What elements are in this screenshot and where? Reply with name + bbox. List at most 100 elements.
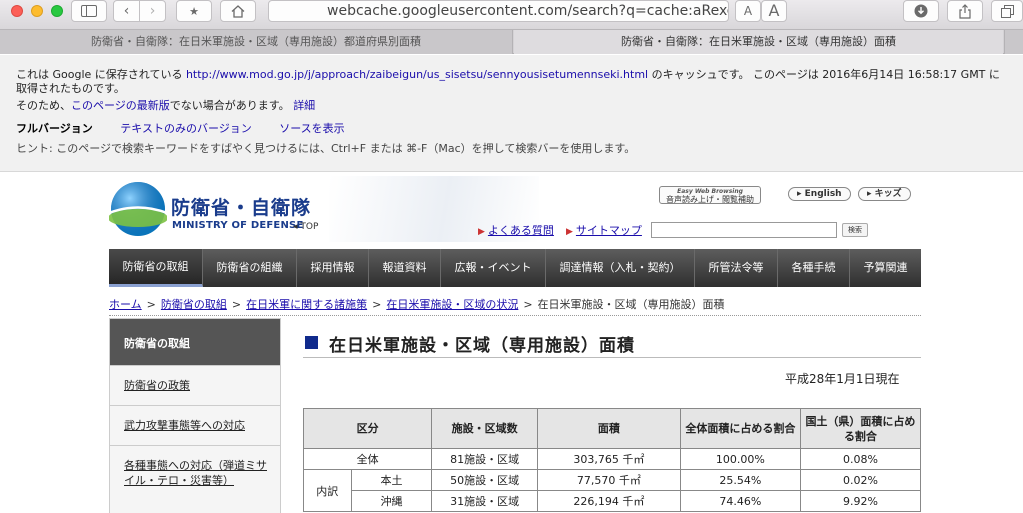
sidebar-item-armed-attack[interactable]: 武力攻撃事態等への対応 [110, 405, 280, 445]
tab-overview-button[interactable] [991, 0, 1023, 22]
latest-version-link[interactable]: このページの最新版 [71, 99, 170, 112]
tab-facility-area[interactable]: 防衛省・自衛隊：在日米軍施設・区域（専用施設）面積 [514, 30, 1003, 54]
chevron-left-icon: ‹ [123, 3, 130, 19]
table-header-row: 区分 施設・区域数 面積 全体面積に占める割合 国土（県）面積に占める割合 [302, 408, 922, 449]
cell-area: 226,194 千㎡ [536, 490, 681, 512]
sidebar-toggle-button[interactable] [71, 0, 107, 22]
breadcrumb-usfj-facilities[interactable]: 在日米軍施設・区域の状況 [386, 298, 518, 311]
nav-item-organization[interactable]: 防衛省の組織 [203, 249, 297, 287]
top-link[interactable]: ◂ TOP [293, 222, 318, 232]
nav-item-budget[interactable]: 予算関連 [850, 249, 921, 287]
table-row: 全体 81施設・区域 303,765 千㎡ 100.00% 0.08% [302, 448, 922, 470]
nav-item-press[interactable]: 報道資料 [369, 249, 441, 287]
breadcrumb-initiatives[interactable]: 防衛省の取組 [161, 298, 227, 311]
faq-label: よくある質問 [487, 224, 554, 237]
header-category: 区分 [302, 408, 433, 449]
cell-count: 31施設・区域 [431, 490, 538, 512]
cell-share: 100.00% [679, 448, 801, 470]
english-button[interactable]: ▸ English [788, 187, 851, 201]
breadcrumb-home[interactable]: ホーム [109, 298, 142, 311]
decrease-text-size-button[interactable]: A [735, 0, 761, 22]
tab-bar: 防衛省・自衛隊：在日米軍施設・区域（専用施設）都道府県別面積 防衛省・自衛隊：在… [0, 30, 1023, 54]
sitemap-link[interactable]: ▶ サイトマップ [566, 222, 642, 238]
site-search-input[interactable] [651, 222, 837, 238]
cell-share: 25.54% [679, 469, 801, 491]
address-bar[interactable]: webcache.googleusercontent.com/search?q=… [268, 0, 729, 22]
bookmarks-button[interactable]: ★ [176, 0, 212, 22]
nav-item-initiatives[interactable]: 防衛省の取組 [109, 249, 203, 287]
easy-web-label: 音声読み上げ・閲覧補助 [666, 195, 754, 204]
easy-web-browsing-button[interactable]: Easy Web Browsing 音声読み上げ・閲覧補助 [659, 186, 761, 204]
cache-line-1: これは Google に保存されている http://www.mod.go.jp… [16, 68, 1007, 96]
logo-english-name[interactable]: MINISTRY OF DEFENSE [172, 220, 303, 231]
title-square-icon [305, 336, 318, 349]
faq-link[interactable]: ▶ よくある質問 [478, 222, 554, 238]
cell-count: 81施設・区域 [431, 448, 538, 470]
source-url-link[interactable]: http://www.mod.go.jp/j/approach/zaibeigu… [186, 68, 648, 81]
english-label: English [804, 189, 842, 199]
view-source-link[interactable]: ソースを表示 [279, 122, 344, 135]
tab-prefecture-area[interactable]: 防衛省・自衛隊：在日米軍施設・区域（専用施設）都道府県別面積 [0, 30, 513, 54]
cell-count: 50施設・区域 [431, 469, 538, 491]
nav-item-recruitment[interactable]: 採用情報 [297, 249, 369, 287]
global-nav: 防衛省の取組 防衛省の組織 採用情報 報道資料 広報・イベント 調達情報（入札・… [109, 249, 921, 287]
chevron-right-icon: › [149, 3, 156, 19]
row-label: 本土 [350, 469, 433, 491]
sidebar-heading[interactable]: 防衛省の取組 [110, 319, 280, 365]
header-count: 施設・区域数 [431, 408, 538, 449]
facility-area-table: 区分 施設・区域数 面積 全体面積に占める割合 国土（県）面積に占める割合 全体… [302, 408, 922, 512]
close-window-button[interactable] [11, 5, 23, 17]
full-version-label: フルバージョン [16, 122, 93, 135]
minimize-window-button[interactable] [31, 5, 43, 17]
cell-area: 77,570 千㎡ [536, 469, 681, 491]
kids-label: キッズ [874, 189, 902, 199]
cell-share: 74.46% [679, 490, 801, 512]
cache-version-links: フルバージョン テキストのみのバージョン ソースを表示 [16, 122, 1007, 136]
nav-item-procedures[interactable]: 各種手続 [778, 249, 850, 287]
row-label: 沖縄 [350, 490, 433, 512]
site-search-button[interactable]: 検索 [842, 223, 868, 237]
header-share: 全体面積に占める割合 [679, 408, 801, 449]
cache-text: でない場合があります。 [169, 99, 294, 112]
increase-text-size-button[interactable]: A [761, 0, 787, 22]
tabs-icon [1000, 4, 1014, 18]
cache-hint: ヒント: このページで検索キーワードをすばやく見つけるには、Ctrl+F または… [16, 142, 636, 155]
bookmark-star-icon: ★ [189, 4, 199, 18]
nav-item-procurement[interactable]: 調達情報（入札・契約） [546, 249, 695, 287]
arrow-right-icon: ▸ [867, 189, 875, 199]
home-button[interactable] [220, 0, 256, 22]
nav-item-laws[interactable]: 所管法令等 [695, 249, 778, 287]
mod-logo-globe-icon[interactable] [109, 180, 167, 238]
share-button[interactable] [947, 0, 983, 22]
details-link[interactable]: 詳細 [293, 99, 315, 112]
cache-line-2: そのため、このページの最新版でない場合があります。 詳細 [16, 99, 1007, 113]
sidebar-item-contingencies[interactable]: 各種事態への対応（弾道ミサイル・テロ・災害等） [110, 445, 280, 500]
row-label: 全体 [302, 448, 433, 470]
forward-button[interactable]: › [139, 0, 166, 22]
zoom-window-button[interactable] [51, 5, 63, 17]
downloads-button[interactable] [903, 0, 939, 22]
kids-button[interactable]: ▸ キッズ [858, 187, 911, 201]
page-title-text: 在日米軍施設・区域（専用施設）面積 [329, 336, 635, 356]
sidebar-item-policy[interactable]: 防衛省の政策 [110, 365, 280, 405]
cell-land-share: 0.08% [799, 448, 922, 470]
cache-notice: これは Google に保存されている http://www.mod.go.jp… [0, 55, 1023, 172]
as-of-date: 平成28年1月1日現在 [785, 372, 900, 386]
site-header: 防衛省・自衛隊 MINISTRY OF DEFENSE ◂ TOP Easy W… [109, 176, 921, 248]
cell-land-share: 9.92% [799, 490, 922, 512]
cell-area: 303,765 千㎡ [536, 448, 681, 470]
nav-item-pr-events[interactable]: 広報・イベント [441, 249, 546, 287]
new-tab-button[interactable] [1004, 30, 1023, 54]
sitemap-label: サイトマップ [575, 224, 642, 237]
cell-land-share: 0.02% [799, 469, 922, 491]
share-icon [959, 3, 971, 19]
page-title: 在日米軍施設・区域（専用施設）面積 [303, 330, 921, 358]
breadcrumb-usfj-policies[interactable]: 在日米軍に関する諸施策 [246, 298, 367, 311]
arrow-right-icon: ▶ [566, 227, 573, 237]
text-only-link[interactable]: テキストのみのバージョン [120, 122, 251, 135]
breadcrumb: ホーム > 防衛省の取組 > 在日米軍に関する諸施策 > 在日米軍施設・区域の状況 > 在日米軍… [109, 298, 725, 311]
browser-toolbar: ‹ › ★ webcache.googleusercontent.com/sea… [0, 0, 1023, 30]
back-button[interactable]: ‹ [113, 0, 140, 22]
logo-japanese-name[interactable]: 防衛省・自衛隊 [171, 193, 311, 220]
breakdown-label: 内訳 [303, 469, 352, 512]
